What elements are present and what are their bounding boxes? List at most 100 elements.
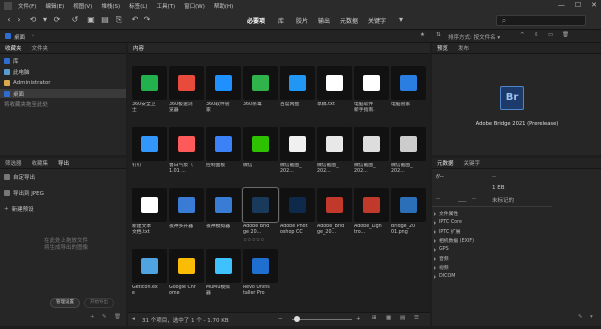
back-icon[interactable]: ‹ <box>4 15 14 25</box>
maximize-icon[interactable]: ☐ <box>575 1 581 9</box>
tab-folders[interactable]: 文件夹 <box>32 44 49 52</box>
new-folder-icon[interactable]: ▭ <box>548 32 553 38</box>
meta-section-dicom[interactable]: DICOM <box>434 273 455 280</box>
tab-content[interactable]: 内容 <box>133 44 144 52</box>
menu-window[interactable]: 窗口(W) <box>184 2 205 10</box>
thumbnail-item[interactable] <box>243 127 278 161</box>
meta-section-gps[interactable]: GPS <box>434 246 449 253</box>
open-in-icon[interactable]: ⎘ <box>114 15 124 25</box>
tab-export[interactable]: 导出 <box>58 159 69 167</box>
save-settings-button[interactable]: 管理设置 <box>50 298 80 308</box>
fav-item-this-pc[interactable]: 此电脑 <box>4 67 30 76</box>
recent-icon[interactable]: ⟲ <box>28 15 38 25</box>
meta-section-exif[interactable]: 相机数据 (EXIF) <box>434 237 474 244</box>
tab-preview[interactable]: 预览 <box>437 44 448 52</box>
menu-view[interactable]: 视图(V) <box>73 2 92 10</box>
metadata-settings-icon[interactable]: ✎ <box>578 314 583 320</box>
thumbnail-item[interactable] <box>317 66 352 100</box>
meta-section-audio[interactable]: 音频 <box>434 255 449 262</box>
tab-filter[interactable]: 筛选器 <box>5 159 22 167</box>
thumbnail-item[interactable] <box>391 127 426 161</box>
sort-dropdown[interactable]: 排序方式: 按文件名 ▾ <box>448 33 500 41</box>
thumbnail-item[interactable] <box>206 66 241 100</box>
thumbnail-size-slider[interactable] <box>292 319 352 320</box>
thumbnail-item[interactable] <box>206 249 241 283</box>
tab-favorites[interactable]: 收藏夹 <box>5 44 22 52</box>
workspace-metadata[interactable]: 元数据 <box>340 16 358 25</box>
thumbnail-item[interactable] <box>132 188 167 222</box>
meta-section-iptc-ext[interactable]: IPTC 扩展 <box>434 228 460 235</box>
thumbnail-item[interactable] <box>317 127 352 161</box>
delete-icon[interactable]: 🗑 <box>562 32 569 38</box>
edit-icon[interactable]: ✎ <box>102 314 107 320</box>
quality-icon[interactable]: ★ <box>420 32 425 38</box>
metadata-menu-icon[interactable]: ▾ <box>590 314 593 320</box>
export-item-new-preset[interactable]: + 新建预设 <box>4 204 34 213</box>
trash-icon[interactable]: 🗑 <box>114 314 121 320</box>
rotate-left-icon[interactable]: ↶ <box>130 15 140 25</box>
thumbnail-item[interactable] <box>132 249 167 283</box>
tab-metadata[interactable]: 元数据 <box>437 159 454 167</box>
sort-icon[interactable]: ⇅ <box>436 32 441 38</box>
thumbnail-item[interactable] <box>391 66 426 100</box>
thumbnail-item[interactable] <box>354 66 389 100</box>
menu-help[interactable]: 帮助(H) <box>214 2 233 10</box>
list-view-icon[interactable]: ☰ <box>414 315 419 321</box>
lock-icon[interactable]: ⊞ <box>372 315 377 321</box>
thumbnail-item[interactable] <box>354 188 389 222</box>
fav-item-administrator[interactable]: Administrator <box>4 78 51 87</box>
dropdown-icon[interactable]: ▾ <box>40 15 50 25</box>
detail-view-icon[interactable]: ▤ <box>400 315 405 321</box>
thumbnail-item[interactable] <box>169 127 204 161</box>
breadcrumb-desktop[interactable]: 桌面 <box>14 33 25 41</box>
thumbnail-item[interactable] <box>242 187 279 223</box>
export-item-custom[interactable]: 自定导出 <box>4 172 35 181</box>
get-photos-icon[interactable]: ⟳ <box>52 15 62 25</box>
camera-icon[interactable]: ▣ <box>86 15 96 25</box>
workspace-libraries[interactable]: 库 <box>278 16 284 25</box>
thumbnail-item[interactable] <box>169 188 204 222</box>
menu-file[interactable]: 文件(F) <box>18 2 36 10</box>
close-icon[interactable]: ✕ <box>591 1 597 9</box>
thumbnail-item[interactable] <box>354 127 389 161</box>
rating-stars[interactable]: ☆☆☆☆☆ <box>243 238 283 244</box>
workspace-filmstrip[interactable]: 胶片 <box>296 16 308 25</box>
fav-item-library[interactable]: 库 <box>4 56 19 65</box>
fav-item-desktop[interactable]: 桌面 <box>0 89 126 98</box>
forward-icon[interactable]: › <box>14 15 24 25</box>
breadcrumb-chevron-icon[interactable]: › <box>32 33 34 39</box>
search-input[interactable]: ⌕ <box>496 15 586 26</box>
thumbnail-item[interactable] <box>132 127 167 161</box>
thumbnail-item[interactable] <box>280 188 315 222</box>
export-item-jpeg[interactable]: 导出到 JPEG <box>4 188 44 197</box>
thumbnail-item[interactable] <box>169 249 204 283</box>
menu-label[interactable]: 标签(L) <box>129 2 147 10</box>
thumbnail-item[interactable] <box>391 188 426 222</box>
rotate-right-icon[interactable]: ↷ <box>142 15 152 25</box>
sort-direction-icon[interactable]: ^ <box>520 32 525 38</box>
workspace-keywords[interactable]: 关键字 <box>368 16 386 25</box>
thumbnail-item[interactable] <box>169 66 204 100</box>
workspace-essentials[interactable]: 必要项 <box>247 16 265 25</box>
meta-section-video[interactable]: 视频 <box>434 264 449 271</box>
slider-thumb[interactable] <box>294 316 300 322</box>
refine-icon[interactable]: ▤ <box>100 15 110 25</box>
thumbnail-item[interactable] <box>206 188 241 222</box>
zoom-out-icon[interactable]: − <box>278 316 283 322</box>
zoom-in-icon[interactable]: + <box>356 316 361 322</box>
thumbnail-item[interactable] <box>243 66 278 100</box>
minimize-icon[interactable]: — <box>558 1 565 9</box>
menu-stack[interactable]: 堆栈(S) <box>101 2 120 10</box>
menu-edit[interactable]: 编辑(E) <box>45 2 64 10</box>
meta-section-iptc-core[interactable]: IPTC Core <box>434 219 462 226</box>
thumbnail-item[interactable] <box>132 66 167 100</box>
thumbnail-item[interactable] <box>317 188 352 222</box>
thumbnail-item[interactable] <box>206 127 241 161</box>
grid-view-icon[interactable]: ▦ <box>386 315 391 321</box>
tab-keywords[interactable]: 关键字 <box>464 159 481 167</box>
workspace-output[interactable]: 输出 <box>318 16 330 25</box>
start-export-button[interactable]: 开始导出 <box>84 298 114 308</box>
thumbnail-item[interactable] <box>243 249 278 283</box>
workspace-menu-icon[interactable]: ▾ <box>396 15 406 25</box>
add-icon[interactable]: + <box>90 314 95 320</box>
